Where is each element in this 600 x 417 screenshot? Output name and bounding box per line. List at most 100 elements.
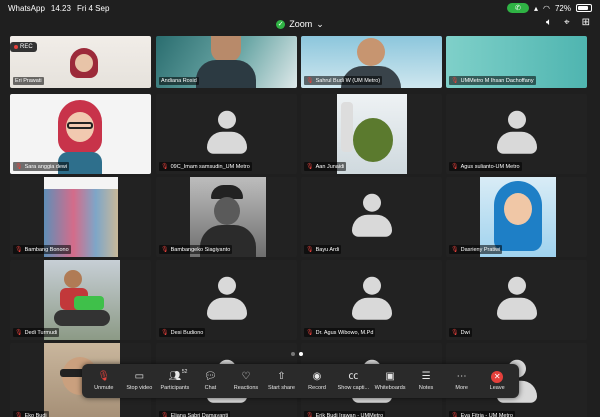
- mic-muted-icon: 🎙︎: [306, 164, 314, 170]
- participant-tile[interactable]: 🎙︎ Sahrul Budi W (UM Metro): [301, 36, 442, 88]
- record-button[interactable]: ◉ Record: [302, 371, 332, 391]
- switch-camera-icon[interactable]: ⌖: [564, 17, 570, 28]
- participant-tile[interactable]: 🎙︎ Bambang Bonono: [10, 177, 151, 257]
- participant-name-tag: 🎙︎ Desi Budiono: [159, 328, 206, 337]
- chevron-down-icon[interactable]: ⌄: [316, 19, 324, 30]
- start-share-label: Start share: [268, 385, 295, 391]
- heart-icon: ♡: [241, 371, 251, 382]
- participant-name: Aan Junaidi: [315, 163, 345, 170]
- participant-name: Eri Prawati: [15, 78, 42, 84]
- page-dot-active[interactable]: [299, 352, 303, 356]
- mic-muted-icon: 🎙︎: [15, 413, 23, 417]
- participant-name-tag: 🎙︎ UMMetro M Ihsan Dachoffany: [449, 76, 536, 85]
- leave-x-icon: ✕: [491, 371, 504, 383]
- participant-tile[interactable]: 🎙︎ Bayu Ardi: [301, 177, 442, 257]
- participant-name: Dr. Agus Wibowo, M.Pd: [315, 329, 374, 336]
- default-avatar-icon: [206, 275, 247, 321]
- participant-tile[interactable]: 🎙︎ Bambangeko Siagiyanto: [156, 177, 297, 257]
- meeting-header: ✓ Zoom ⌄ 🔈︎ ⌖ ⊞: [0, 14, 600, 34]
- rec-label: REC: [20, 44, 33, 50]
- mic-muted-icon: 🎙︎: [15, 247, 23, 253]
- whiteboard-icon: ▣: [385, 371, 395, 382]
- rec-dot-icon: [14, 45, 18, 49]
- participant-name: Bayu Ardi: [315, 246, 340, 253]
- meeting-toolbar: 🎙︎ Unmute ▭ Stop video 👥︎ 52 Participant…: [82, 364, 519, 398]
- participant-name: Agus sulianto-UM Metro: [460, 163, 520, 170]
- notes-button[interactable]: ☰ Notes: [411, 371, 441, 391]
- participant-name: Bambangeko Siagiyanto: [170, 246, 231, 253]
- chat-button[interactable]: 💬︎ Chat: [195, 371, 225, 391]
- mic-muted-icon: 🎙︎: [451, 78, 459, 84]
- default-avatar-icon: [496, 275, 537, 321]
- show-captions-button[interactable]: ㏄ Show capti...: [338, 371, 370, 391]
- meeting-title: Zoom: [289, 19, 313, 29]
- encryption-shield-icon[interactable]: ✓: [276, 19, 286, 29]
- participant-name-tag: Eri Prawati: [13, 77, 44, 85]
- video-camera-icon: ▭: [134, 371, 145, 382]
- reactions-button[interactable]: ♡ Reactions: [231, 371, 261, 391]
- participant-name-tag: 🎙︎ Sara anggia dewi: [13, 162, 70, 171]
- participant-tile[interactable]: Andiana Rosid: [156, 36, 297, 88]
- speaker-icon[interactable]: 🔈︎: [546, 17, 552, 28]
- participant-name-tag: Andiana Rosid: [159, 77, 199, 85]
- participant-name-tag: 🎙︎ Dedi Turmudi: [13, 328, 60, 337]
- participants-icon: 👥︎: [168, 371, 182, 382]
- whiteboards-button[interactable]: ▣ Whiteboards: [375, 371, 406, 391]
- gallery-view-icon[interactable]: ⊞: [582, 17, 590, 28]
- mic-muted-icon: 🎙︎: [451, 164, 459, 170]
- participant-name: Desi Budiono: [170, 329, 204, 336]
- default-avatar-icon: [206, 109, 247, 155]
- participant-name: Eliana Sabri Damayanti: [170, 412, 229, 417]
- start-share-button[interactable]: ⇧ Start share: [267, 371, 297, 391]
- reactions-label: Reactions: [233, 385, 259, 391]
- participant-name-tag: 🎙︎ Aan Junaidi: [304, 162, 347, 171]
- participant-tile[interactable]: 🎙︎ Dwi: [446, 260, 587, 340]
- recording-badge: REC: [10, 42, 37, 52]
- participant-name-tag: 🎙︎ 09C_Imam samsudin_UM Metro: [159, 162, 252, 171]
- participant-name: Sahrul Budi W (UM Metro): [315, 77, 381, 84]
- participant-name-tag: 🎙︎ Dwi: [449, 328, 472, 337]
- participant-tile[interactable]: 🎙︎ 09C_Imam samsudin_UM Metro: [156, 94, 297, 174]
- mic-muted-icon: 🎙︎: [451, 247, 459, 253]
- page-indicator[interactable]: [291, 352, 303, 356]
- stop-video-button[interactable]: ▭ Stop video: [124, 371, 154, 391]
- participant-name: Dedi Turmudi: [24, 329, 58, 336]
- participant-name: Eko Budi: [24, 412, 47, 417]
- participant-name: UMMetro M Ihsan Dachoffany: [460, 77, 534, 84]
- record-icon: ◉: [312, 371, 322, 382]
- call-active-icon[interactable]: ✆: [506, 3, 529, 13]
- participant-tile[interactable]: 🎙︎ Agus sulianto-UM Metro: [446, 94, 587, 174]
- mic-muted-icon: 🎙︎: [306, 330, 314, 336]
- participants-label: Participants: [160, 385, 190, 391]
- back-to-app-link[interactable]: WhatsApp: [8, 4, 45, 13]
- mic-muted-icon: 🎙︎: [306, 78, 314, 84]
- status-date: Fri 4 Sep: [76, 3, 110, 13]
- more-button[interactable]: ⋯ More: [447, 371, 477, 391]
- show-captions-label: Show capti...: [337, 385, 370, 391]
- battery-icon: [576, 4, 592, 12]
- participant-name: Dwi: [460, 329, 470, 336]
- mic-muted-icon: 🎙︎: [451, 330, 459, 336]
- page-dot[interactable]: [291, 352, 295, 356]
- participant-name-tag: 🎙︎ Agus sulianto-UM Metro: [449, 162, 522, 171]
- participant-tile[interactable]: 🎙︎ Sara anggia dewi: [10, 94, 151, 174]
- participants-button[interactable]: 👥︎ 52 Participants: [160, 369, 190, 391]
- whiteboards-label: Whiteboards: [374, 385, 406, 391]
- participant-tile[interactable]: 🎙︎ Dasrieny Pratiwi: [446, 177, 587, 257]
- leave-button[interactable]: ✕ Leave: [482, 371, 512, 391]
- unmute-button[interactable]: 🎙︎ Unmute: [89, 371, 119, 391]
- participant-name-tag: 🎙︎ Dr. Agus Wibowo, M.Pd: [304, 328, 376, 337]
- participant-tile[interactable]: 🎙︎ Dr. Agus Wibowo, M.Pd: [301, 260, 442, 340]
- participant-tile[interactable]: 🎙︎ Dedi Turmudi: [10, 260, 151, 340]
- mic-muted-icon: 🎙︎: [15, 330, 23, 336]
- participant-name-tag: 🎙︎ Dasrieny Pratiwi: [449, 245, 503, 254]
- participant-tile[interactable]: 🎙︎ Desi Budiono: [156, 260, 297, 340]
- participant-tile[interactable]: 🎙︎ Aan Junaidi: [301, 94, 442, 174]
- participant-name-tag: 🎙︎ Erik Budi Irawan - UMMetro: [304, 411, 386, 417]
- mic-muted-icon: 🎙︎: [15, 164, 23, 170]
- participant-tile[interactable]: 🎙︎ UMMetro M Ihsan Dachoffany: [446, 36, 587, 88]
- participant-name-tag: 🎙︎ Eva Fitria - UM Metro: [449, 411, 515, 417]
- signal-icon: ▴: [533, 3, 538, 13]
- participants-count: 52: [181, 369, 188, 375]
- mic-muted-icon: 🎙︎: [451, 413, 459, 417]
